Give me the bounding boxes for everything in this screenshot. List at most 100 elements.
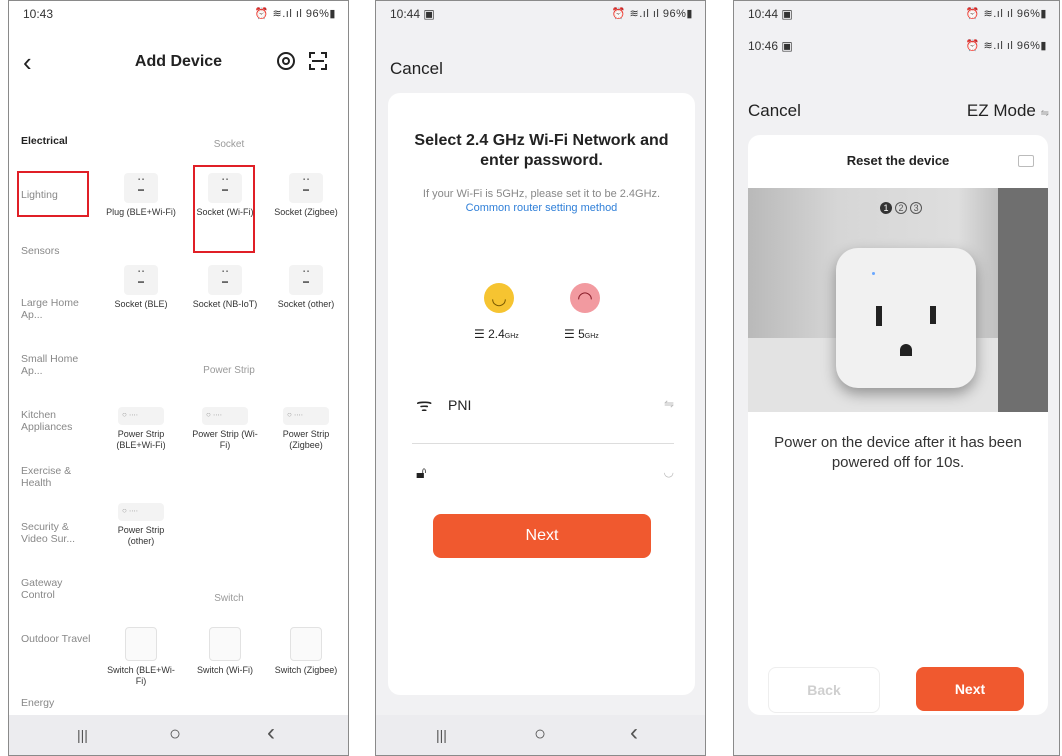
nav-back-icon[interactable]: ‹	[630, 719, 638, 747]
status-icons: ⏰ ≋.ıl ıl 96%▮	[254, 8, 336, 20]
device-switch-zigbee[interactable]: Switch (Zigbee)	[271, 627, 341, 676]
qr-scan-icon[interactable]	[309, 52, 327, 70]
section-switch: Switch	[214, 593, 244, 604]
device-label: Plug (BLE+Wi-Fi)	[106, 207, 176, 217]
smile-face-icon: ◡	[484, 283, 514, 313]
device-label: Power Strip (other)	[117, 525, 165, 546]
heading: Select 2.4 GHz Wi-Fi Network and enter p…	[414, 132, 669, 169]
device-socket-zigbee[interactable]: Socket (Zigbee)	[271, 173, 341, 218]
page-title: Add Device	[134, 53, 223, 70]
next-button[interactable]: Next	[433, 514, 651, 558]
hint-text: If your Wi-Fi is 5GHz, please set it to …	[412, 187, 671, 215]
password-field[interactable]: 🔓︎ ◡	[412, 459, 674, 499]
router-setting-link[interactable]: Common router setting method	[466, 202, 618, 214]
next-button[interactable]: Next	[916, 667, 1024, 711]
device-label: Power Strip (Wi-Fi)	[192, 429, 258, 450]
lock-icon: 🔓︎	[416, 465, 427, 482]
switch-mode-icon: ⇋	[1040, 108, 1049, 119]
device-label: Power Strip (BLE+Wi-Fi)	[116, 429, 166, 450]
device-label: Switch (Zigbee)	[274, 665, 338, 675]
category-kitchen[interactable]: Kitchen Appliances	[21, 409, 91, 433]
add-device-screen: 10:43 ⏰ ≋.ıl ıl 96%▮ ‹ Add Device Electr…	[8, 0, 349, 756]
device-label: Switch (BLE+Wi-Fi)	[107, 665, 175, 686]
highlight-lighting	[17, 171, 89, 217]
switch-icon	[125, 627, 157, 661]
step-1: 1	[880, 202, 892, 214]
device-plug-ble-wifi[interactable]: Plug (BLE+Wi-Fi)	[106, 173, 176, 218]
power-strip-icon	[118, 503, 164, 521]
step-indicator: 1 2 3	[880, 202, 923, 214]
section-power-strip: Power Strip	[203, 365, 255, 376]
cancel-button[interactable]: Cancel	[748, 101, 801, 121]
wifi-icon: ᯤ	[416, 395, 433, 415]
category-sensors[interactable]: Sensors	[21, 245, 60, 257]
ssid-value: PNI	[448, 397, 472, 413]
device-switch-ble-wifi[interactable]: Switch (BLE+Wi-Fi)	[106, 627, 176, 687]
category-gateway[interactable]: Gateway Control	[21, 577, 91, 601]
status-icons: ⏰ ≋.ıl ıl 96%▮	[965, 8, 1047, 20]
switch-network-icon[interactable]: ⇋	[664, 397, 674, 411]
socket-icon	[289, 265, 323, 295]
recent-apps-icon[interactable]: |||	[77, 727, 88, 743]
device-label: Power Strip (Zigbee)	[282, 429, 330, 450]
category-small-home[interactable]: Small Home Ap...	[21, 353, 91, 377]
reset-device-screen: 10:44 ▣ ⏰ ≋.ıl ıl 96%▮ 10:46 ▣ ⏰ ≋.ıl ıl…	[733, 0, 1060, 756]
home-icon[interactable]: ○	[169, 723, 181, 746]
ssid-field[interactable]: ᯤ PNI ⇋	[412, 393, 674, 444]
highlight-socket-wifi	[193, 165, 255, 253]
system-nav-bar: ||| ○ ‹	[376, 715, 705, 755]
system-nav-bar: ||| ○ ‹	[9, 715, 348, 755]
video-icon[interactable]	[1018, 155, 1034, 167]
ez-mode-toggle[interactable]: EZ Mode ⇋	[967, 101, 1049, 121]
device-switch-wifi[interactable]: Switch (Wi-Fi)	[190, 627, 260, 676]
cancel-button[interactable]: Cancel	[390, 59, 443, 79]
device-socket-ble[interactable]: Socket (BLE)	[106, 265, 176, 310]
category-energy[interactable]: Energy	[21, 697, 54, 709]
band-2-4ghz: ☰ 2.4GHz	[474, 327, 519, 341]
device-power-strip-ble-wifi[interactable]: Power Strip (BLE+Wi-Fi)	[106, 401, 176, 451]
power-strip-icon	[283, 407, 329, 425]
device-power-strip-other[interactable]: Power Strip (other)	[106, 497, 176, 547]
status-bar: 10:43 ⏰ ≋.ıl ıl 96%▮	[9, 1, 348, 25]
status-icons: ⏰ ≋.ıl ıl 96%▮	[965, 40, 1047, 52]
band-5ghz: ☰ 5GHz	[564, 327, 599, 341]
status-time: 10:44 ▣	[748, 7, 793, 21]
category-electrical[interactable]: Electrical	[21, 135, 68, 147]
sad-face-icon: ◠	[570, 283, 600, 313]
recent-apps-icon[interactable]: |||	[436, 727, 447, 743]
device-label: Socket (NB-IoT)	[192, 299, 258, 309]
status-icons: ⏰ ≋.ıl ıl 96%▮	[611, 8, 693, 20]
router-icon: ☰	[564, 327, 575, 341]
hide-password-icon[interactable]: ◡	[664, 465, 674, 479]
socket-icon	[124, 265, 158, 295]
device-label: Socket (other)	[277, 299, 335, 309]
instruction-text: Power on the device after it has been po…	[774, 434, 1022, 471]
socket-icon	[289, 173, 323, 203]
category-outdoor[interactable]: Outdoor Travel	[21, 633, 91, 645]
device-power-strip-wifi[interactable]: Power Strip (Wi-Fi)	[190, 401, 260, 451]
device-socket-nb-iot[interactable]: Socket (NB-IoT)	[190, 265, 260, 310]
mode-label: EZ Mode	[966, 101, 1036, 120]
category-large-home[interactable]: Large Home Ap...	[21, 297, 91, 321]
card-title: Reset the device	[846, 153, 950, 168]
router-icon: ☰	[474, 327, 485, 341]
status-time: 10:44 ▣	[390, 7, 435, 21]
power-strip-icon	[202, 407, 248, 425]
step-3: 3	[910, 202, 923, 214]
status-bar: 10:44 ▣ ⏰ ≋.ıl ıl 96%▮	[734, 1, 1059, 25]
device-socket-other[interactable]: Socket (other)	[271, 265, 341, 310]
back-button[interactable]: Back	[768, 667, 880, 713]
home-icon[interactable]: ○	[534, 723, 546, 746]
device-label: Switch (Wi-Fi)	[197, 665, 253, 675]
category-exercise[interactable]: Exercise & Health	[21, 465, 91, 489]
category-security[interactable]: Security & Video Sur...	[21, 521, 91, 545]
section-socket: Socket	[213, 139, 245, 150]
device-reset-photo: 1 2 3	[748, 188, 1048, 412]
device-power-strip-zigbee[interactable]: Power Strip (Zigbee)	[271, 401, 341, 451]
wifi-setup-screen: 10:44 ▣ ⏰ ≋.ıl ıl 96%▮ Cancel Select 2.4…	[375, 0, 706, 756]
nav-back-icon[interactable]: ‹	[267, 719, 275, 747]
reset-card: Reset the device 1 2 3 Power on the devi…	[748, 135, 1048, 715]
scan-nearby-icon[interactable]	[277, 52, 295, 70]
step-2: 2	[895, 202, 908, 214]
switch-icon	[209, 627, 241, 661]
